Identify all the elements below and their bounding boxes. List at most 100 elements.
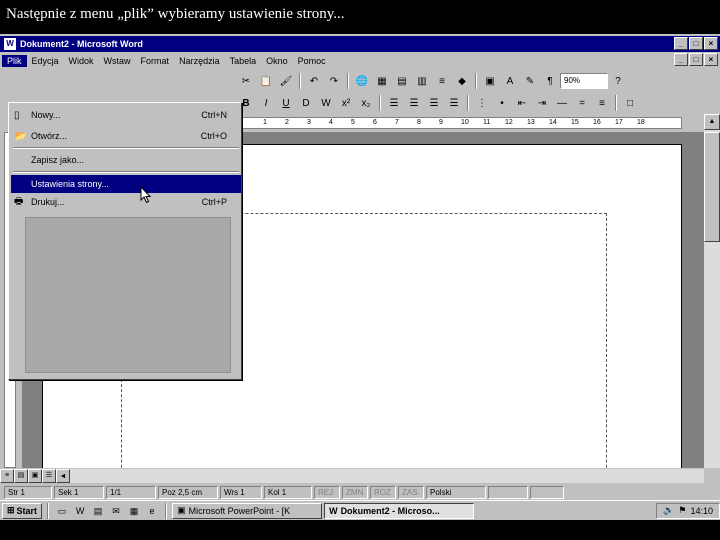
print-icon: 🖶 [14, 195, 24, 207]
menu-file[interactable]: Plik [2, 55, 27, 67]
menu-item-new[interactable]: ▯ Nowy... Ctrl+N [11, 106, 241, 124]
menu-item-open[interactable]: 📂 Otwórz... Ctrl+O [11, 127, 241, 145]
menu-edit[interactable]: Edycja [27, 55, 64, 67]
help-icon[interactable]: ? [609, 72, 627, 90]
menu-help[interactable]: Pomoc [293, 55, 331, 67]
menu-insert[interactable]: Wstaw [99, 55, 136, 67]
status-line: Wrs 1 [220, 485, 262, 499]
network-icon[interactable]: ⚑ [678, 505, 686, 516]
align-left-icon[interactable]: ☰ [385, 94, 403, 112]
layout-view-icon[interactable]: ▣ [28, 469, 42, 483]
font-color-icon[interactable]: A [501, 72, 519, 90]
file-menu-dropdown: ▯ Nowy... Ctrl+N 📂 Otwórz... Ctrl+O Zapi… [8, 102, 242, 380]
increase-indent-icon[interactable]: ⇥ [533, 94, 551, 112]
slide-bottom-border [0, 520, 720, 540]
ruler-number: 14 [549, 119, 557, 126]
ruler-number: 8 [417, 119, 421, 126]
cut-icon[interactable]: ✂ [237, 72, 255, 90]
status-empty-1 [488, 485, 528, 499]
menu-view[interactable]: Widok [64, 55, 99, 67]
ruler-number: 6 [373, 119, 377, 126]
web-view-icon[interactable]: ▤ [14, 469, 28, 483]
show-hide-icon[interactable]: ¶ [541, 72, 559, 90]
minimize-button[interactable]: _ [674, 37, 688, 50]
menu-item-label: Nowy... [31, 110, 61, 120]
align-center-icon[interactable]: ☰ [405, 94, 423, 112]
maximize-button[interactable]: □ [689, 37, 703, 50]
insert-table-icon[interactable]: ▤ [393, 72, 411, 90]
paste-icon[interactable]: 📋 [257, 72, 275, 90]
doc-minimize-button[interactable]: _ [674, 53, 688, 66]
start-button[interactable]: ⊞ Start [2, 502, 43, 519]
internet-explorer-icon[interactable]: e [144, 503, 160, 519]
scroll-up-icon[interactable]: ▲ [704, 114, 720, 130]
desktop-icon[interactable]: ▭ [54, 503, 70, 519]
status-page: Str 1 [4, 485, 52, 499]
doc-restore-button[interactable]: □ [689, 53, 703, 66]
explorer-icon[interactable]: ▤ [90, 503, 106, 519]
menu-item-page-setup[interactable]: Ustawienia strony... [11, 175, 241, 193]
menu-item-shortcut: Ctrl+O [200, 131, 227, 141]
window-title: Dokument2 - Microsoft Word [20, 39, 143, 49]
menu-tools[interactable]: Narzędzia [174, 55, 225, 67]
clock[interactable]: 14:10 [690, 506, 713, 516]
outlook-icon[interactable]: ✉ [108, 503, 124, 519]
highlight-icon[interactable]: ✎ [521, 72, 539, 90]
ruler-number: 16 [593, 119, 601, 126]
tables-borders-icon[interactable]: ▦ [373, 72, 391, 90]
scroll-left-icon[interactable]: ◄ [56, 469, 70, 483]
redo-icon[interactable]: ↷ [325, 72, 343, 90]
undo-icon[interactable]: ↶ [305, 72, 323, 90]
doc-close-button[interactable]: × [704, 53, 718, 66]
word-quicklaunch-icon[interactable]: W [72, 503, 88, 519]
ruler-number: 18 [637, 119, 645, 126]
outline-view-icon[interactable]: ☰ [42, 469, 56, 483]
open-folder-icon: 📂 [14, 130, 27, 142]
insert-excel-icon[interactable]: ▥ [413, 72, 431, 90]
status-column: Kol 1 [264, 485, 312, 499]
document-map-icon[interactable]: ▣ [481, 72, 499, 90]
status-rec[interactable]: REJ [314, 485, 340, 499]
menu-window[interactable]: Okno [261, 55, 293, 67]
subscript-icon[interactable]: x₂ [357, 94, 375, 112]
hyperlink-icon[interactable]: 🌐 [353, 72, 371, 90]
horizontal-scrollbar[interactable] [70, 469, 704, 483]
status-ext[interactable]: ROZ [370, 485, 396, 499]
line-style-icon[interactable]: — [553, 94, 571, 112]
taskbar-powerpoint[interactable]: ▣ Microsoft PowerPoint - [K [172, 502, 323, 519]
status-trk[interactable]: ZMN [342, 485, 368, 499]
bullets-icon[interactable]: • [493, 94, 511, 112]
menu-item-print[interactable]: 🖶 Drukuj... Ctrl+P [11, 193, 241, 211]
format-painter-icon[interactable]: 🖌 [277, 72, 295, 90]
line-thin-icon[interactable]: = [573, 94, 591, 112]
vertical-scrollbar[interactable]: ▲ [704, 114, 720, 468]
word-underline-icon[interactable]: W [317, 94, 335, 112]
scroll-thumb[interactable] [704, 132, 720, 242]
zoom-select[interactable]: 90% [560, 73, 608, 89]
justify-icon[interactable]: ☰ [445, 94, 463, 112]
align-right-icon[interactable]: ☰ [425, 94, 443, 112]
decrease-indent-icon[interactable]: ⇤ [513, 94, 531, 112]
menu-item-label: Drukuj... [31, 197, 65, 207]
double-underline-icon[interactable]: D [297, 94, 315, 112]
taskbar-word[interactable]: W Dokument2 - Microso... [324, 502, 475, 519]
volume-icon[interactable]: 🔈 [663, 505, 674, 516]
line-double-icon[interactable]: ≡ [593, 94, 611, 112]
superscript-icon[interactable]: x² [337, 94, 355, 112]
menu-item-save-as[interactable]: Zapisz jako... [11, 151, 241, 169]
menu-table[interactable]: Tabela [225, 55, 262, 67]
status-ovr[interactable]: ZAS [398, 485, 424, 499]
drawing-icon[interactable]: ◆ [453, 72, 471, 90]
borders-icon[interactable]: □ [621, 94, 639, 112]
columns-icon[interactable]: ≡ [433, 72, 451, 90]
close-button[interactable]: × [704, 37, 718, 50]
normal-view-icon[interactable]: ≡ [0, 469, 14, 483]
status-position: Poz 2,5 cm [158, 485, 218, 499]
italic-icon[interactable]: I [257, 94, 275, 112]
access-icon[interactable]: ▦ [126, 503, 142, 519]
menu-bar: Plik Edycja Widok Wstaw Format Narzędzia… [0, 53, 720, 69]
ruler-number: 2 [285, 119, 289, 126]
menu-format[interactable]: Format [136, 55, 175, 67]
underline-icon[interactable]: U [277, 94, 295, 112]
numbering-icon[interactable]: ⋮ [473, 94, 491, 112]
